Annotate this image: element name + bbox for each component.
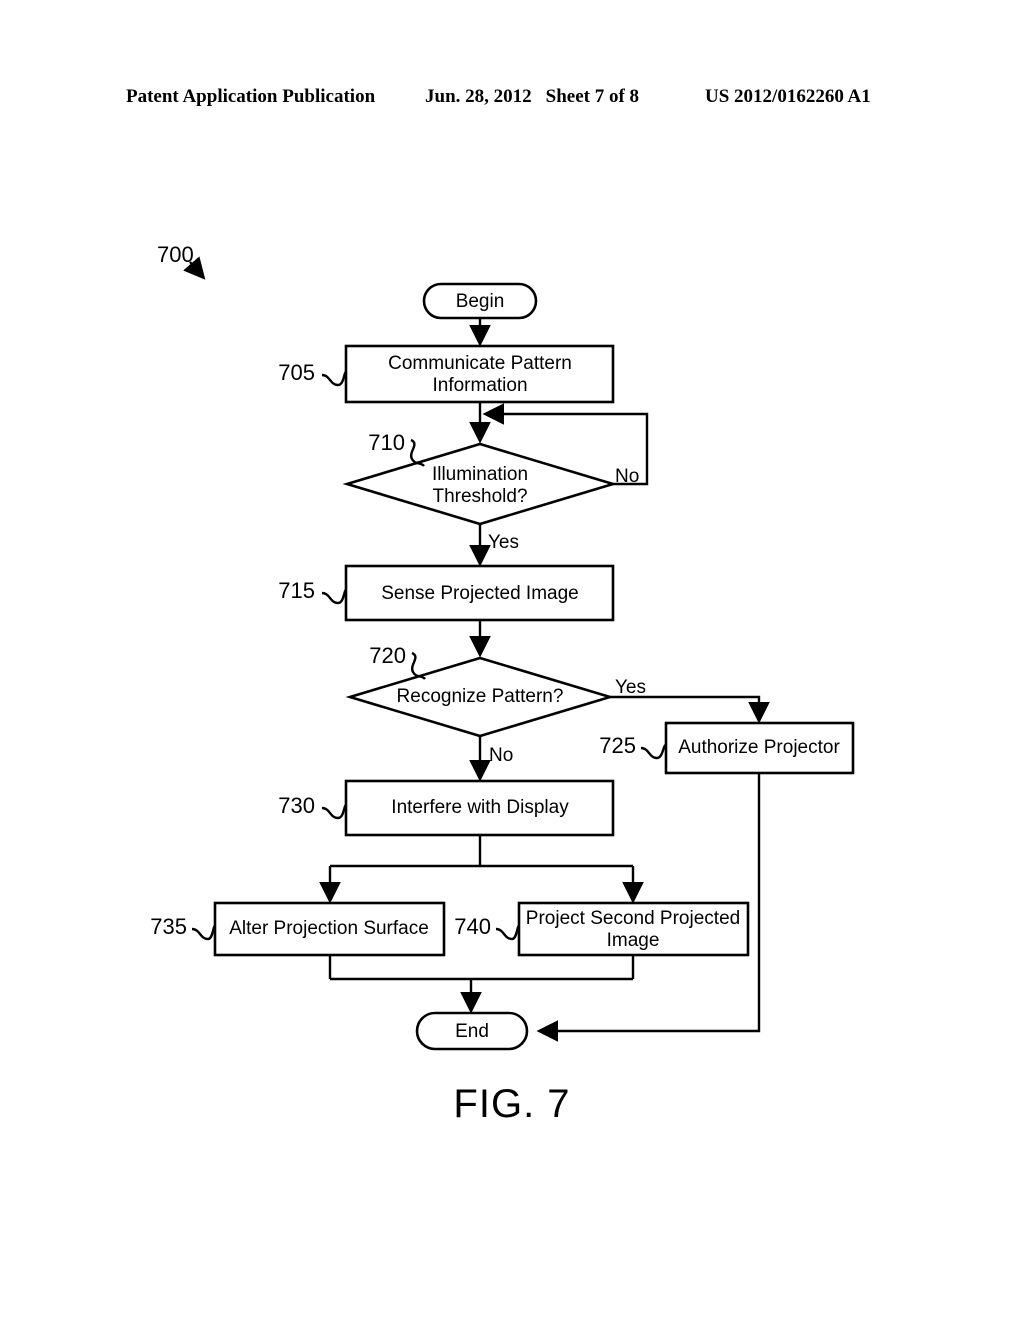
node-715-label-line1: Sense Projected Image — [381, 583, 579, 604]
ref-710: 710 — [368, 430, 405, 455]
ref-735: 735 — [150, 914, 187, 939]
edge-720-yes-to-725 — [610, 695, 770, 724]
ref-730: 730 — [278, 793, 315, 818]
node-735-label-line1: Alter Projection Surface — [229, 918, 429, 939]
ref-740: 740 — [454, 914, 491, 939]
ref-705: 705 — [278, 360, 315, 385]
edge-label-720-yes: Yes — [615, 677, 646, 698]
figure-caption: FIG. 7 — [453, 1082, 571, 1126]
node-705-label-line1: Communicate Pattern — [388, 353, 572, 374]
lead-line-740 — [495, 924, 521, 941]
node-740-label-line2: Image — [607, 930, 660, 951]
node-720-label-line1: Recognize Pattern? — [397, 686, 564, 707]
lead-line-725 — [640, 743, 667, 760]
node-725-label-line1: Authorize Projector — [678, 737, 840, 758]
patent-page: Patent Application Publication Jun. 28, … — [0, 0, 1024, 1320]
lead-line-715 — [321, 588, 348, 605]
node-705-label-line2: Information — [432, 375, 527, 396]
edge-label-720-no: No — [489, 745, 513, 766]
diagram-ref-700: 700 — [157, 242, 194, 267]
edge-label-710-yes: Yes — [488, 532, 519, 553]
node-end-label: End — [455, 1021, 489, 1042]
node-740-label-line1: Project Second Projected — [526, 908, 740, 929]
diagram-ref-arrow — [183, 256, 206, 280]
figure-7-flowchart: 700 Begin Communicate Pattern Informatio… — [0, 0, 1024, 1320]
lead-line-730 — [321, 803, 348, 820]
node-730-label-line1: Interfere with Display — [391, 797, 569, 818]
node-begin-label: Begin — [456, 291, 505, 312]
lead-line-735 — [191, 924, 217, 941]
ref-720: 720 — [369, 643, 406, 668]
node-710-label-line2: Threshold? — [432, 486, 527, 507]
lead-line-705 — [321, 370, 348, 387]
ref-715: 715 — [278, 578, 315, 603]
node-710-label-line1: Illumination — [432, 464, 528, 485]
ref-725: 725 — [599, 733, 636, 758]
